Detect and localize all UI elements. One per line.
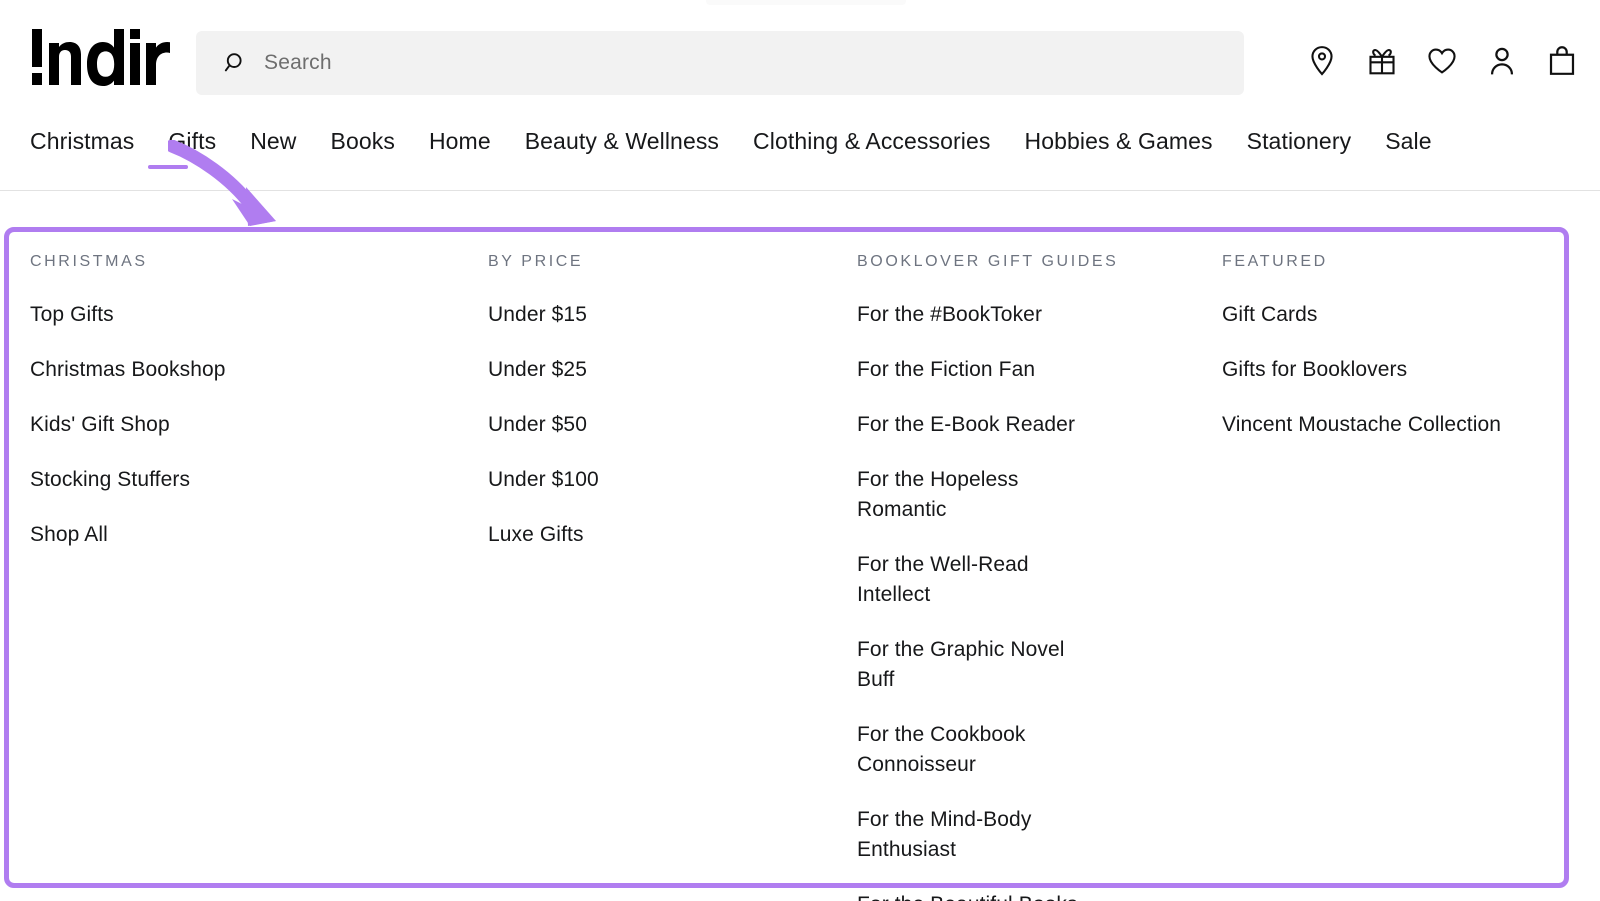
menu-link-luxe-gifts[interactable]: Luxe Gifts (488, 520, 829, 550)
menu-link-gift-cards[interactable]: Gift Cards (1222, 300, 1571, 330)
menu-link-for-the-mind-body-enthusiast[interactable]: For the Mind-Body Enthusiast (857, 805, 1087, 865)
heart-icon[interactable] (1426, 44, 1458, 78)
nav-item-clothing-accessories[interactable]: Clothing & Accessories (753, 122, 990, 160)
search-input-placeholder[interactable]: Search (264, 51, 332, 75)
mega-menu-column-christmas: CHRISTMAS Top Gifts Christmas Bookshop K… (0, 252, 444, 901)
account-person-icon[interactable] (1486, 44, 1518, 78)
purple-underline-annotation (148, 165, 188, 169)
menu-link-for-the-ebook-reader[interactable]: For the E-Book Reader (857, 410, 1087, 440)
indigo-logo[interactable] (30, 27, 170, 89)
column-heading-featured: FEATURED (1222, 252, 1571, 272)
nav-item-stationery[interactable]: Stationery (1247, 122, 1352, 160)
menu-link-gifts-for-booklovers[interactable]: Gifts for Booklovers (1222, 355, 1571, 385)
nav-item-books[interactable]: Books (331, 122, 395, 160)
menu-link-for-the-graphic-novel-buff[interactable]: For the Graphic Novel Buff (857, 635, 1087, 695)
menu-link-shop-all-christmas[interactable]: Shop All (30, 520, 444, 550)
menu-link-under-50[interactable]: Under $50 (488, 410, 829, 440)
menu-link-under-25[interactable]: Under $25 (488, 355, 829, 385)
menu-link-for-the-cookbook-connoisseur[interactable]: For the Cookbook Connoisseur (857, 720, 1087, 780)
menu-link-list-featured: Gift Cards Gifts for Booklovers Vincent … (1222, 300, 1571, 440)
nav-item-gifts[interactable]: Gifts (168, 122, 216, 160)
menu-link-list-booklover-gift-guides: For the #BookToker For the Fiction Fan F… (857, 300, 1211, 901)
menu-link-under-15[interactable]: Under $15 (488, 300, 829, 330)
gifts-mega-menu-panel: CHRISTMAS Top Gifts Christmas Bookshop K… (0, 230, 1600, 885)
search-bar[interactable]: Search (196, 31, 1244, 95)
search-icon (224, 51, 248, 75)
column-heading-booklover-gift-guides: BOOKLOVER GIFT GUIDES (857, 252, 1211, 272)
menu-link-for-the-booktoker[interactable]: For the #BookToker (857, 300, 1087, 330)
nav-bottom-divider (0, 190, 1600, 191)
nav-item-list: Christmas Gifts New Books Home Beauty & … (0, 122, 1600, 160)
nav-item-new[interactable]: New (250, 122, 296, 160)
column-heading-christmas: CHRISTMAS (30, 252, 444, 272)
menu-link-for-the-fiction-fan[interactable]: For the Fiction Fan (857, 355, 1087, 385)
nav-item-sale[interactable]: Sale (1385, 122, 1431, 160)
menu-link-for-the-well-read-intellect[interactable]: For the Well-Read Intellect (857, 550, 1087, 610)
nav-item-christmas[interactable]: Christmas (30, 122, 134, 160)
menu-link-list-by-price: Under $15 Under $25 Under $50 Under $100… (488, 300, 829, 550)
menu-link-for-the-beautiful-books-collector[interactable]: For the Beautiful Books Collector (857, 890, 1087, 901)
shopping-bag-icon[interactable] (1546, 44, 1578, 78)
nav-item-hobbies-games[interactable]: Hobbies & Games (1024, 122, 1212, 160)
nav-item-home[interactable]: Home (429, 122, 491, 160)
menu-link-under-100[interactable]: Under $100 (488, 465, 829, 495)
mega-menu-columns: CHRISTMAS Top Gifts Christmas Bookshop K… (0, 230, 1600, 901)
menu-link-list-christmas: Top Gifts Christmas Bookshop Kids' Gift … (30, 300, 444, 550)
nav-item-beauty-wellness[interactable]: Beauty & Wellness (525, 122, 719, 160)
location-pin-icon[interactable] (1306, 44, 1338, 78)
menu-link-top-gifts[interactable]: Top Gifts (30, 300, 444, 330)
mega-menu-column-featured: FEATURED Gift Cards Gifts for Booklovers… (1211, 252, 1571, 901)
main-navigation: Christmas Gifts New Books Home Beauty & … (0, 122, 1600, 190)
mega-menu-column-booklover-gift-guides: BOOKLOVER GIFT GUIDES For the #BookToker… (829, 252, 1211, 901)
site-header: Search (0, 0, 1600, 118)
mega-menu-column-by-price: BY PRICE Under $15 Under $25 Under $50 U… (444, 252, 829, 901)
column-heading-by-price: BY PRICE (488, 252, 829, 272)
gift-icon[interactable] (1366, 44, 1398, 78)
menu-link-kids-gift-shop[interactable]: Kids' Gift Shop (30, 410, 444, 440)
indigo-storefront-page: Search (0, 0, 1600, 901)
menu-link-stocking-stuffers[interactable]: Stocking Stuffers (30, 465, 444, 495)
menu-link-for-the-hopeless-romantic[interactable]: For the Hopeless Romantic (857, 465, 1087, 525)
header-icon-group (1306, 44, 1564, 78)
menu-link-christmas-bookshop[interactable]: Christmas Bookshop (30, 355, 444, 385)
menu-link-vincent-moustache-collection[interactable]: Vincent Moustache Collection (1222, 410, 1571, 440)
